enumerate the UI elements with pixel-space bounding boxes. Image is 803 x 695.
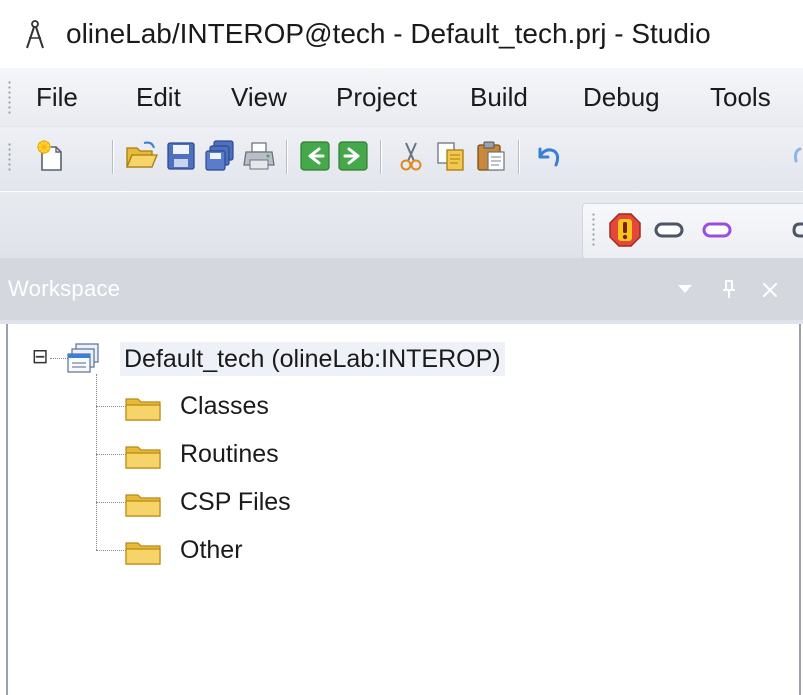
toolbar-separator xyxy=(286,140,287,174)
folder-icon xyxy=(125,398,161,421)
toolbar-separator xyxy=(380,140,381,174)
print-icon[interactable] xyxy=(242,139,276,173)
tree-expander[interactable]: ⊟ xyxy=(30,347,50,367)
menu-project[interactable]: Project xyxy=(336,82,417,113)
menu-view[interactable]: View xyxy=(231,82,287,113)
folder-icon xyxy=(125,542,161,565)
undo-icon[interactable] xyxy=(532,139,566,173)
tree-connector xyxy=(96,374,97,550)
folder-icon xyxy=(125,446,161,469)
compass-icon xyxy=(26,20,44,49)
gray-shape-icon[interactable] xyxy=(652,218,686,242)
tree-connector xyxy=(96,550,126,551)
tree-root-item[interactable]: Default_tech (olineLab:INTEROP) xyxy=(120,342,505,376)
menu-debug[interactable]: Debug xyxy=(583,82,660,113)
copy-icon[interactable] xyxy=(434,139,468,173)
toolbar-grip[interactable] xyxy=(8,142,11,172)
new-document-icon[interactable] xyxy=(34,139,68,173)
cut-icon[interactable] xyxy=(394,139,428,173)
save-all-icon[interactable] xyxy=(202,139,236,173)
pin-icon[interactable] xyxy=(720,278,738,300)
window-title: olineLab/INTEROP@tech - Default_tech.prj… xyxy=(66,18,711,49)
toolbar-separator xyxy=(518,140,519,174)
menu-build[interactable]: Build xyxy=(470,82,528,113)
tree-item-csp-files[interactable]: CSP Files xyxy=(180,488,291,517)
menubar-grip[interactable] xyxy=(8,80,11,114)
tree-connector xyxy=(96,454,126,455)
back-arrow-icon[interactable] xyxy=(298,139,332,173)
workspace-title: Workspace xyxy=(8,276,121,301)
dropdown-icon[interactable] xyxy=(676,282,694,296)
tree-connector xyxy=(96,502,126,503)
shape-icon[interactable] xyxy=(790,218,803,242)
menu-edit[interactable]: Edit xyxy=(136,82,181,113)
secondary-toolbar-grip[interactable] xyxy=(592,212,595,246)
project-icon xyxy=(67,343,99,373)
tree-item-classes[interactable]: Classes xyxy=(180,392,269,421)
forward-arrow-icon[interactable] xyxy=(336,139,370,173)
alert-icon[interactable] xyxy=(608,212,642,248)
tree-item-other[interactable]: Other xyxy=(180,536,243,565)
redo-icon[interactable] xyxy=(790,139,803,173)
toolbar-separator xyxy=(112,140,113,174)
folder-icon xyxy=(125,494,161,517)
save-icon[interactable] xyxy=(164,139,198,173)
menu-tools[interactable]: Tools xyxy=(710,82,771,113)
paste-icon[interactable] xyxy=(474,139,508,173)
close-icon[interactable] xyxy=(760,280,780,300)
menu-file[interactable]: File xyxy=(36,82,78,113)
purple-shape-icon[interactable] xyxy=(700,218,734,242)
tree-item-routines[interactable]: Routines xyxy=(180,440,279,469)
tree-connector xyxy=(96,406,126,407)
open-folder-icon[interactable] xyxy=(124,139,158,173)
